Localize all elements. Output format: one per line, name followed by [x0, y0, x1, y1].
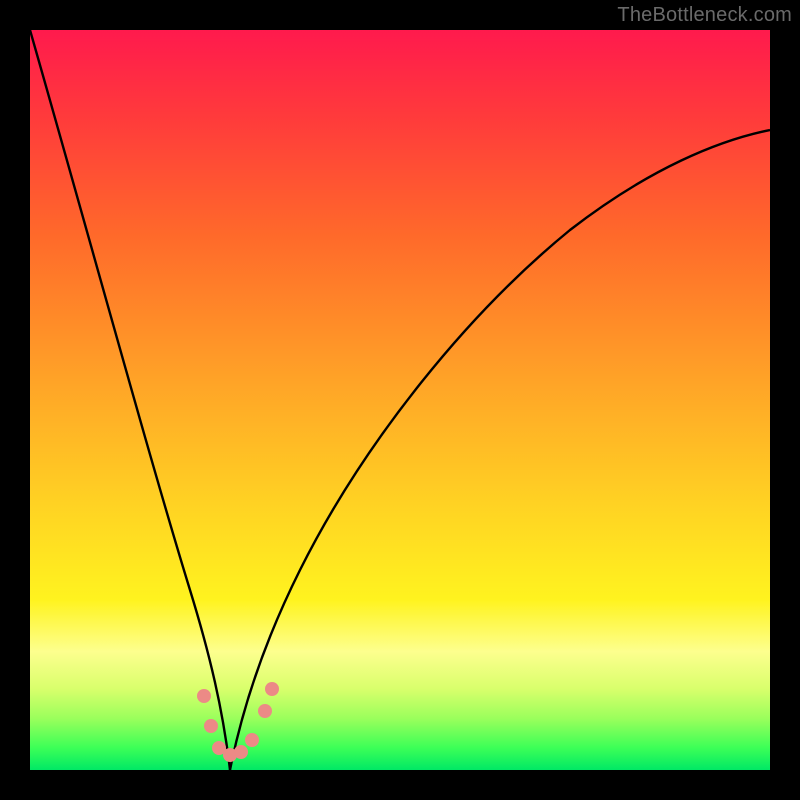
curve-svg	[30, 30, 770, 770]
watermark-text: TheBottleneck.com	[617, 4, 792, 27]
marker-dot	[197, 689, 211, 703]
curve-right-arm	[230, 130, 770, 770]
curve-left-arm	[30, 30, 230, 770]
plot-area	[30, 30, 770, 770]
marker-dot	[265, 682, 279, 696]
chart-frame: TheBottleneck.com	[0, 0, 800, 800]
marker-dot	[234, 745, 248, 759]
marker-dot	[258, 704, 272, 718]
marker-dot	[204, 719, 218, 733]
marker-dot	[245, 733, 259, 747]
